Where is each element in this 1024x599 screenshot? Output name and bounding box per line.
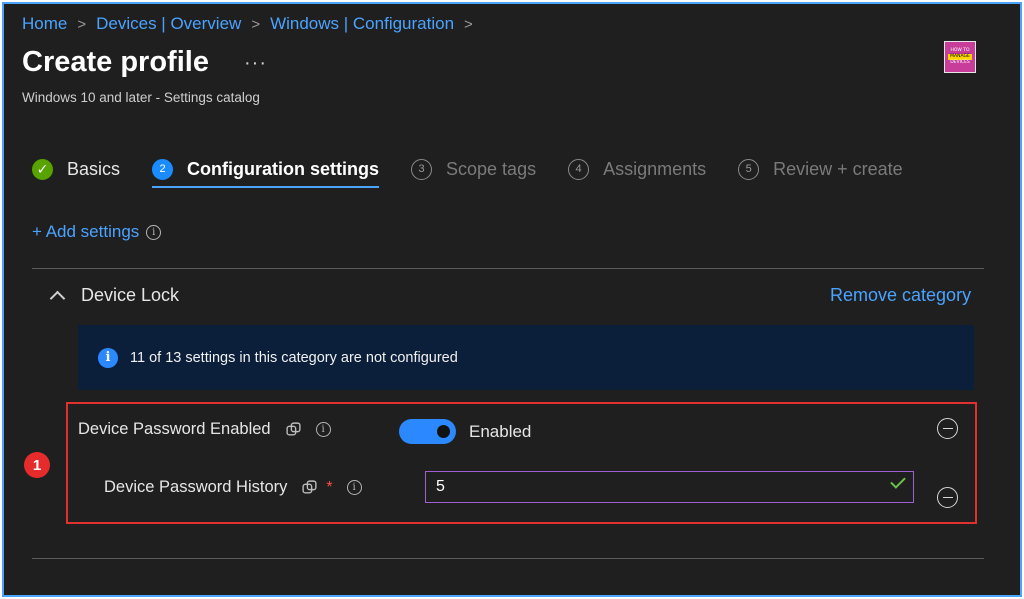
- info-banner: i 11 of 13 settings in this category are…: [78, 325, 974, 390]
- add-settings-label: + Add settings: [32, 222, 140, 241]
- setting-device-password-history: Device Password History * i: [104, 478, 362, 497]
- info-icon[interactable]: i: [315, 422, 331, 437]
- breadcrumb: Home > Devices | Overview > Windows | Co…: [22, 14, 483, 34]
- chevron-right-icon: >: [251, 15, 261, 33]
- remove-category-link[interactable]: Remove category: [830, 285, 971, 306]
- info-icon[interactable]: i: [346, 480, 362, 495]
- step-label: Configuration settings: [187, 158, 380, 179]
- required-marker: *: [326, 478, 333, 496]
- info-icon: i: [98, 347, 118, 368]
- divider: [32, 558, 984, 559]
- chevron-right-icon: >: [77, 15, 87, 33]
- brand-logo: HOW TO MANAGE DEVICES: [944, 41, 976, 73]
- remove-setting-button[interactable]: [937, 418, 958, 439]
- breadcrumb-devices-overview[interactable]: Devices | Overview: [96, 14, 241, 34]
- setting-label: Device Password History: [104, 478, 288, 496]
- step-label: Review + create: [773, 158, 903, 179]
- category-toggle[interactable]: Device Lock: [48, 285, 180, 307]
- checkmark-icon: ✓: [32, 158, 53, 180]
- checkmark-icon: [890, 473, 906, 489]
- tab-basics[interactable]: ✓ Basics: [32, 154, 120, 184]
- breadcrumb-windows-configuration[interactable]: Windows | Configuration: [270, 14, 454, 34]
- tab-scope-tags[interactable]: 3 Scope tags: [411, 154, 536, 184]
- setting-label: Device Password Enabled: [78, 420, 271, 438]
- annotation-badge: 1: [24, 452, 50, 478]
- step-label: Assignments: [603, 158, 707, 179]
- sync-icon: [286, 422, 301, 436]
- info-icon[interactable]: i: [146, 224, 162, 240]
- step-label: Basics: [67, 158, 121, 179]
- step-label: Scope tags: [446, 158, 537, 179]
- chevron-right-icon: >: [464, 15, 473, 33]
- page-subtitle: Windows 10 and later - Settings catalog: [22, 90, 260, 105]
- banner-text: 11 of 13 settings in this category are n…: [130, 349, 458, 366]
- logo-text-line3: DEVICES: [950, 60, 970, 65]
- tab-review-create[interactable]: 5 Review + create: [738, 154, 903, 184]
- password-history-input[interactable]: 5: [425, 471, 914, 503]
- toggle-state-label: Enabled: [469, 422, 532, 441]
- tab-configuration-settings[interactable]: 2 Configuration settings: [152, 154, 380, 188]
- app-frame: Home > Devices | Overview > Windows | Co…: [2, 2, 1022, 597]
- more-options-button[interactable]: ···: [244, 52, 267, 75]
- step-number: 4: [568, 158, 590, 180]
- tab-assignments[interactable]: 4 Assignments: [568, 154, 706, 184]
- step-number: 5: [738, 158, 760, 180]
- category-name: Device Lock: [81, 285, 180, 305]
- breadcrumb-home[interactable]: Home: [22, 14, 67, 34]
- page-title: Create profile: [22, 46, 209, 78]
- remove-setting-button[interactable]: [937, 487, 958, 508]
- add-settings-link[interactable]: + Add settings i: [32, 222, 162, 242]
- step-number: 2: [152, 158, 174, 180]
- toggle-knob: [437, 425, 450, 438]
- enabled-toggle[interactable]: [399, 419, 456, 444]
- divider: [32, 268, 984, 269]
- sync-icon: [302, 480, 317, 494]
- setting-device-password-enabled: Device Password Enabled i: [78, 420, 331, 439]
- wizard-steps: ✓ Basics 2 Configuration settings 3 Scop…: [32, 154, 935, 188]
- input-value: 5: [436, 478, 445, 495]
- chevron-up-icon: [49, 290, 66, 307]
- step-number: 3: [411, 158, 433, 180]
